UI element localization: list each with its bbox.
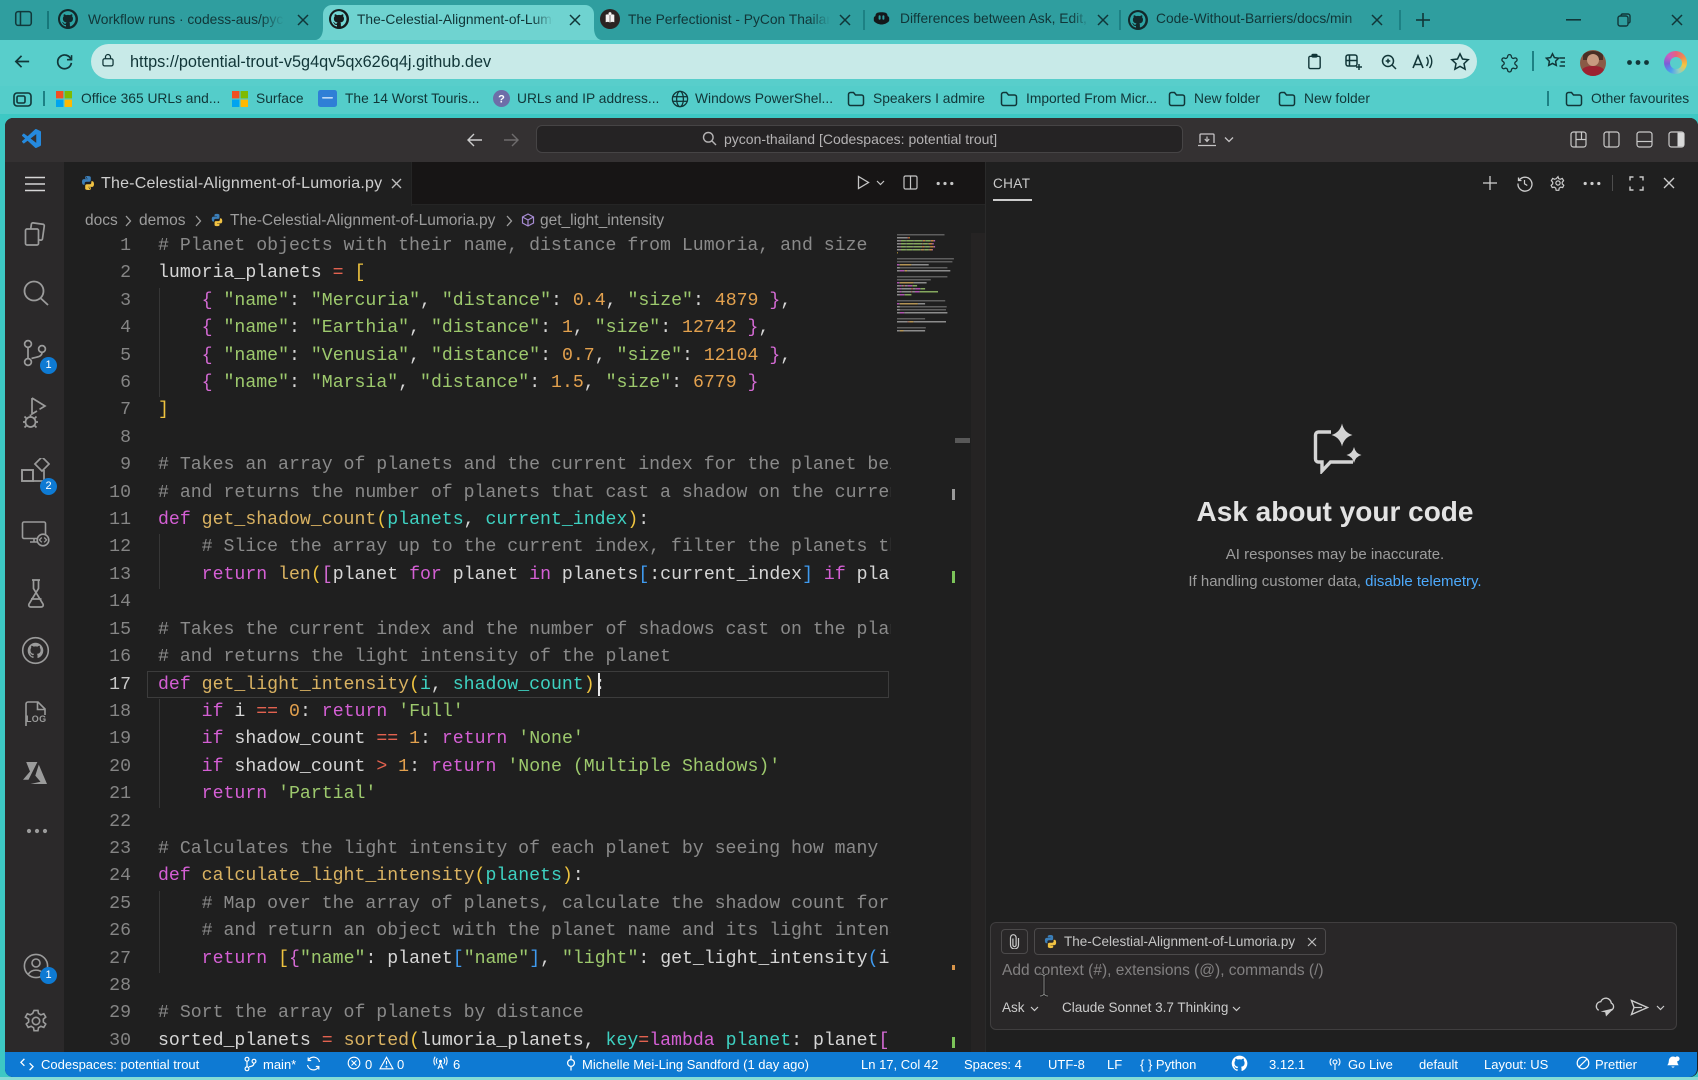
svg-text:?: ? [498,94,505,106]
